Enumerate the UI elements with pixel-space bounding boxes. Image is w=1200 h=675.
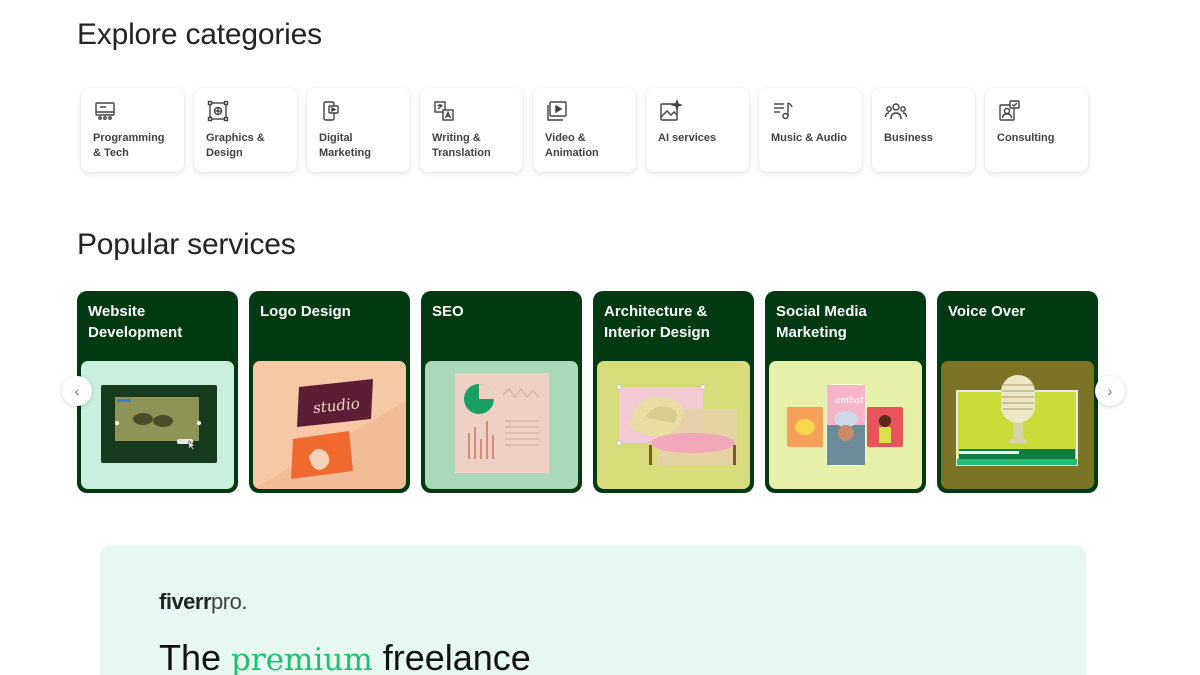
website-development-image <box>81 361 234 489</box>
category-label: Consulting <box>997 132 1055 144</box>
video-play-icon <box>545 99 569 123</box>
chevron-left-icon: ‹ <box>74 383 80 399</box>
category-label: Programming & Tech <box>93 132 165 159</box>
service-card-title: SEO <box>432 303 464 320</box>
architecture-image <box>597 361 750 489</box>
explore-categories-heading: Explore categories <box>77 18 322 51</box>
category-label: Graphics & Design <box>206 132 265 159</box>
category-label: Digital Marketing <box>319 132 371 159</box>
category-writing-translation[interactable]: Writing & Translation <box>420 88 523 172</box>
pro-headline: The premium freelance <box>159 637 531 675</box>
fiverr-pro-banner: fiverrpro. The premium freelance <box>100 545 1086 675</box>
phone-marketing-icon <box>319 99 343 123</box>
service-card-architecture-interior-design[interactable]: Architecture & Interior Design <box>593 291 754 493</box>
popular-services-heading: Popular services <box>77 228 296 261</box>
carousel-prev-button[interactable]: ‹ <box>62 376 92 406</box>
category-music-audio[interactable]: Music & Audio <box>759 88 862 172</box>
fiverr-pro-logo: fiverrpro. <box>159 589 247 615</box>
headline-accent: premium <box>231 642 373 675</box>
category-consulting[interactable]: Consulting <box>985 88 1088 172</box>
service-card-seo[interactable]: SEO <box>421 291 582 493</box>
service-card-social-media-marketing[interactable]: Social Media Marketing ambat <box>765 291 926 493</box>
translate-icon <box>432 99 456 123</box>
service-card-title: Architecture & Interior Design <box>604 303 710 341</box>
music-note-icon <box>771 99 795 123</box>
category-graphics-design[interactable]: Graphics & Design <box>194 88 297 172</box>
service-card-title: Logo Design <box>260 303 351 320</box>
category-label: Writing & Translation <box>432 132 491 159</box>
service-carousel: Website Development Logo Design studio S… <box>77 291 1098 493</box>
monitor-code-icon <box>93 99 117 123</box>
social-card-text: ambat <box>835 396 864 406</box>
category-video-animation[interactable]: Video & Animation <box>533 88 636 172</box>
headline-pre: The <box>159 637 232 675</box>
service-card-voice-over[interactable]: Voice Over <box>937 291 1098 493</box>
category-ai-services[interactable]: AI services <box>646 88 749 172</box>
pro-suffix-text: pro. <box>211 589 247 614</box>
category-label: AI services <box>658 132 717 144</box>
fiverr-brand-text: fiverr <box>159 589 212 614</box>
category-list: Programming & Tech Graphics & Design Dig… <box>81 88 1088 172</box>
category-business[interactable]: Business <box>872 88 975 172</box>
service-card-title: Website Development <box>88 303 183 341</box>
voice-over-image <box>941 361 1094 489</box>
people-group-icon <box>884 99 908 123</box>
service-card-title: Social Media Marketing <box>776 303 867 341</box>
headline-post: freelance <box>372 637 531 675</box>
category-label: Business <box>884 132 933 144</box>
consulting-icon <box>997 99 1021 123</box>
service-card-website-development[interactable]: Website Development <box>77 291 238 493</box>
design-frame-icon <box>206 99 230 123</box>
seo-image <box>425 361 578 489</box>
chevron-right-icon: › <box>1107 383 1113 399</box>
category-programming-tech[interactable]: Programming & Tech <box>81 88 184 172</box>
category-label: Music & Audio <box>771 132 847 144</box>
service-card-logo-design[interactable]: Logo Design studio <box>249 291 410 493</box>
category-digital-marketing[interactable]: Digital Marketing <box>307 88 410 172</box>
ai-image-icon <box>658 98 684 123</box>
logo-design-image: studio <box>253 361 406 489</box>
social-media-image: ambat <box>769 361 922 489</box>
service-card-title: Voice Over <box>948 303 1026 320</box>
category-label: Video & Animation <box>545 132 599 159</box>
carousel-next-button[interactable]: › <box>1095 376 1125 406</box>
